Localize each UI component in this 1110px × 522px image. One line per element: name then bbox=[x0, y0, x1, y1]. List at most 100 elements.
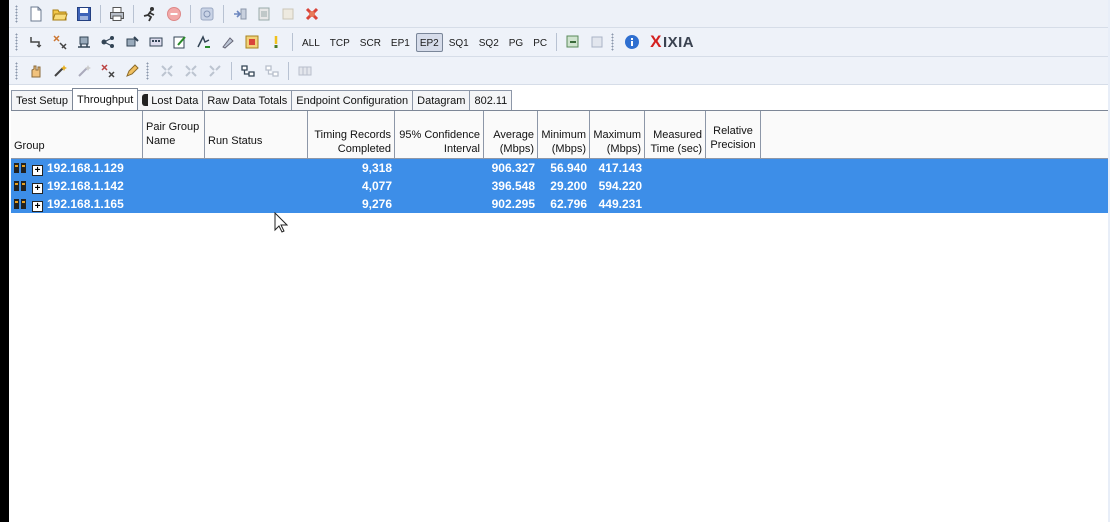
toolbar-separator bbox=[556, 33, 558, 51]
toolbar-grip[interactable] bbox=[15, 61, 18, 80]
cell-group: +192.168.1.129 bbox=[11, 159, 143, 177]
lightbulb-icon[interactable] bbox=[265, 31, 287, 53]
refresh-icon[interactable] bbox=[196, 3, 218, 25]
pencil-icon[interactable] bbox=[121, 60, 143, 82]
column-header-confidence-interval[interactable]: 95% Confidence Interval bbox=[395, 111, 484, 158]
toolbar-grip[interactable] bbox=[15, 33, 18, 51]
collapse-icon[interactable] bbox=[180, 60, 202, 82]
column-header-pair-group-name[interactable]: Pair Group Name bbox=[143, 111, 205, 158]
cell-minimum: 56.940 bbox=[550, 161, 587, 175]
edit-pair-icon[interactable] bbox=[121, 31, 143, 53]
tab-datagram[interactable]: Datagram bbox=[412, 90, 471, 110]
cell-pair-group-name bbox=[143, 177, 205, 195]
expand-icon[interactable] bbox=[156, 60, 178, 82]
header-label-line2: (Mbps) bbox=[499, 143, 534, 155]
script-icon[interactable] bbox=[193, 31, 215, 53]
cell-group: +192.168.1.165 bbox=[11, 195, 143, 213]
save-icon[interactable] bbox=[73, 3, 95, 25]
table-header: Group Pair Group Name Run Status Timing R… bbox=[11, 111, 1108, 159]
header-label-line2: Precision bbox=[710, 139, 756, 151]
multicast-icon[interactable] bbox=[145, 31, 167, 53]
pair-icon[interactable] bbox=[49, 31, 71, 53]
column-header-group[interactable]: Group bbox=[11, 111, 143, 158]
print-icon[interactable] bbox=[106, 3, 128, 25]
link-icon[interactable] bbox=[25, 31, 47, 53]
header-label-line1: Measured bbox=[653, 129, 702, 141]
filter-ep1[interactable]: EP1 bbox=[387, 33, 414, 52]
toolbar-grip[interactable] bbox=[146, 61, 149, 80]
header-label-line2: Time (sec) bbox=[650, 143, 702, 155]
expand-toggle[interactable]: + bbox=[32, 165, 43, 176]
endpoint-icon[interactable] bbox=[73, 31, 95, 53]
network-icon[interactable] bbox=[97, 31, 119, 53]
hand-icon[interactable] bbox=[25, 60, 47, 82]
export-icon[interactable] bbox=[562, 31, 584, 53]
tools-icon[interactable] bbox=[217, 31, 239, 53]
header-label-line2: Completed bbox=[337, 143, 391, 155]
filter-pc[interactable]: PC bbox=[529, 33, 551, 52]
blank-icon[interactable] bbox=[277, 3, 299, 25]
filter-sq2[interactable]: SQ2 bbox=[475, 33, 503, 52]
header-label-line1: 95% Confidence bbox=[399, 129, 480, 141]
cell-run-status bbox=[205, 177, 308, 195]
cluster-icon[interactable] bbox=[97, 60, 119, 82]
grid-icon[interactable] bbox=[294, 60, 316, 82]
column-header-run-status[interactable]: Run Status bbox=[205, 111, 308, 158]
column-header-relative-precision[interactable]: Relative Precision bbox=[706, 111, 761, 158]
paste-icon[interactable] bbox=[253, 3, 275, 25]
tab-test-setup[interactable]: Test Setup bbox=[11, 90, 73, 110]
copy-icon[interactable] bbox=[229, 3, 251, 25]
notes-icon[interactable] bbox=[169, 31, 191, 53]
results-tab-strip: Test Setup Throughput Lost Data Raw Data… bbox=[9, 88, 513, 110]
table-row[interactable]: +192.168.1.165 9,276 902.295 62.796 449.… bbox=[11, 195, 1108, 213]
expand-toggle[interactable]: + bbox=[32, 183, 43, 194]
filter-sq1[interactable]: SQ1 bbox=[445, 33, 473, 52]
tree-grey-icon[interactable] bbox=[261, 60, 283, 82]
filter-ep2[interactable]: EP2 bbox=[415, 32, 443, 52]
cell-relative-precision bbox=[706, 177, 1108, 195]
new-file-icon[interactable] bbox=[25, 3, 47, 25]
toolbar-grip[interactable] bbox=[611, 33, 615, 51]
table-row[interactable]: +192.168.1.142 4,077 396.548 29.200 594.… bbox=[11, 177, 1108, 195]
column-header-maximum[interactable]: Maximum (Mbps) bbox=[590, 111, 645, 158]
wand-icon[interactable] bbox=[49, 60, 71, 82]
tab-throughput[interactable]: Throughput bbox=[71, 88, 139, 110]
cell-timing-records: 9,318 bbox=[361, 161, 392, 175]
cell-measured-time bbox=[645, 159, 706, 177]
toolbar-separator bbox=[190, 4, 191, 23]
tab-802-11[interactable]: 802.11 bbox=[469, 90, 513, 110]
tab-endpoint-configuration[interactable]: Endpoint Configuration bbox=[291, 90, 414, 110]
cell-confidence-interval bbox=[395, 195, 484, 213]
column-header-measured-time[interactable]: Measured Time (sec) bbox=[645, 111, 706, 158]
select-icon[interactable] bbox=[204, 60, 226, 82]
column-header-average[interactable]: Average (Mbps) bbox=[484, 111, 538, 158]
tree-icon[interactable] bbox=[237, 60, 259, 82]
tab-lost-data[interactable]: Lost Data bbox=[137, 90, 204, 110]
cell-pair-group-name bbox=[143, 195, 205, 213]
table-row[interactable]: +192.168.1.129 9,318 906.327 56.940 417.… bbox=[11, 159, 1108, 177]
wand-grey-icon[interactable] bbox=[73, 60, 95, 82]
cell-run-status bbox=[205, 159, 308, 177]
filter-scr[interactable]: SCR bbox=[356, 33, 385, 52]
toolbar-grip[interactable] bbox=[15, 4, 18, 23]
filter-all[interactable]: ALL bbox=[298, 33, 324, 52]
header-label: Group bbox=[14, 140, 45, 152]
cell-minimum: 29.200 bbox=[550, 179, 587, 193]
window-icon[interactable] bbox=[586, 31, 608, 53]
filter-pg[interactable]: PG bbox=[505, 33, 527, 52]
flag-icon[interactable] bbox=[241, 31, 263, 53]
column-header-minimum[interactable]: Minimum (Mbps) bbox=[538, 111, 590, 158]
header-label-line1: Average bbox=[493, 129, 534, 141]
tab-label: Endpoint Configuration bbox=[296, 95, 409, 107]
delete-icon[interactable] bbox=[301, 3, 323, 25]
cell-confidence-interval bbox=[395, 159, 484, 177]
stop-icon[interactable] bbox=[163, 3, 185, 25]
tab-raw-data-totals[interactable]: Raw Data Totals bbox=[202, 90, 293, 110]
filter-tcp[interactable]: TCP bbox=[326, 33, 354, 52]
expand-toggle[interactable]: + bbox=[32, 201, 43, 212]
open-folder-icon[interactable] bbox=[49, 3, 71, 25]
info-icon[interactable] bbox=[621, 31, 643, 53]
run-icon[interactable] bbox=[139, 3, 161, 25]
column-header-timing-records[interactable]: Timing Records Completed bbox=[308, 111, 395, 158]
cell-timing-records: 9,276 bbox=[361, 197, 392, 211]
